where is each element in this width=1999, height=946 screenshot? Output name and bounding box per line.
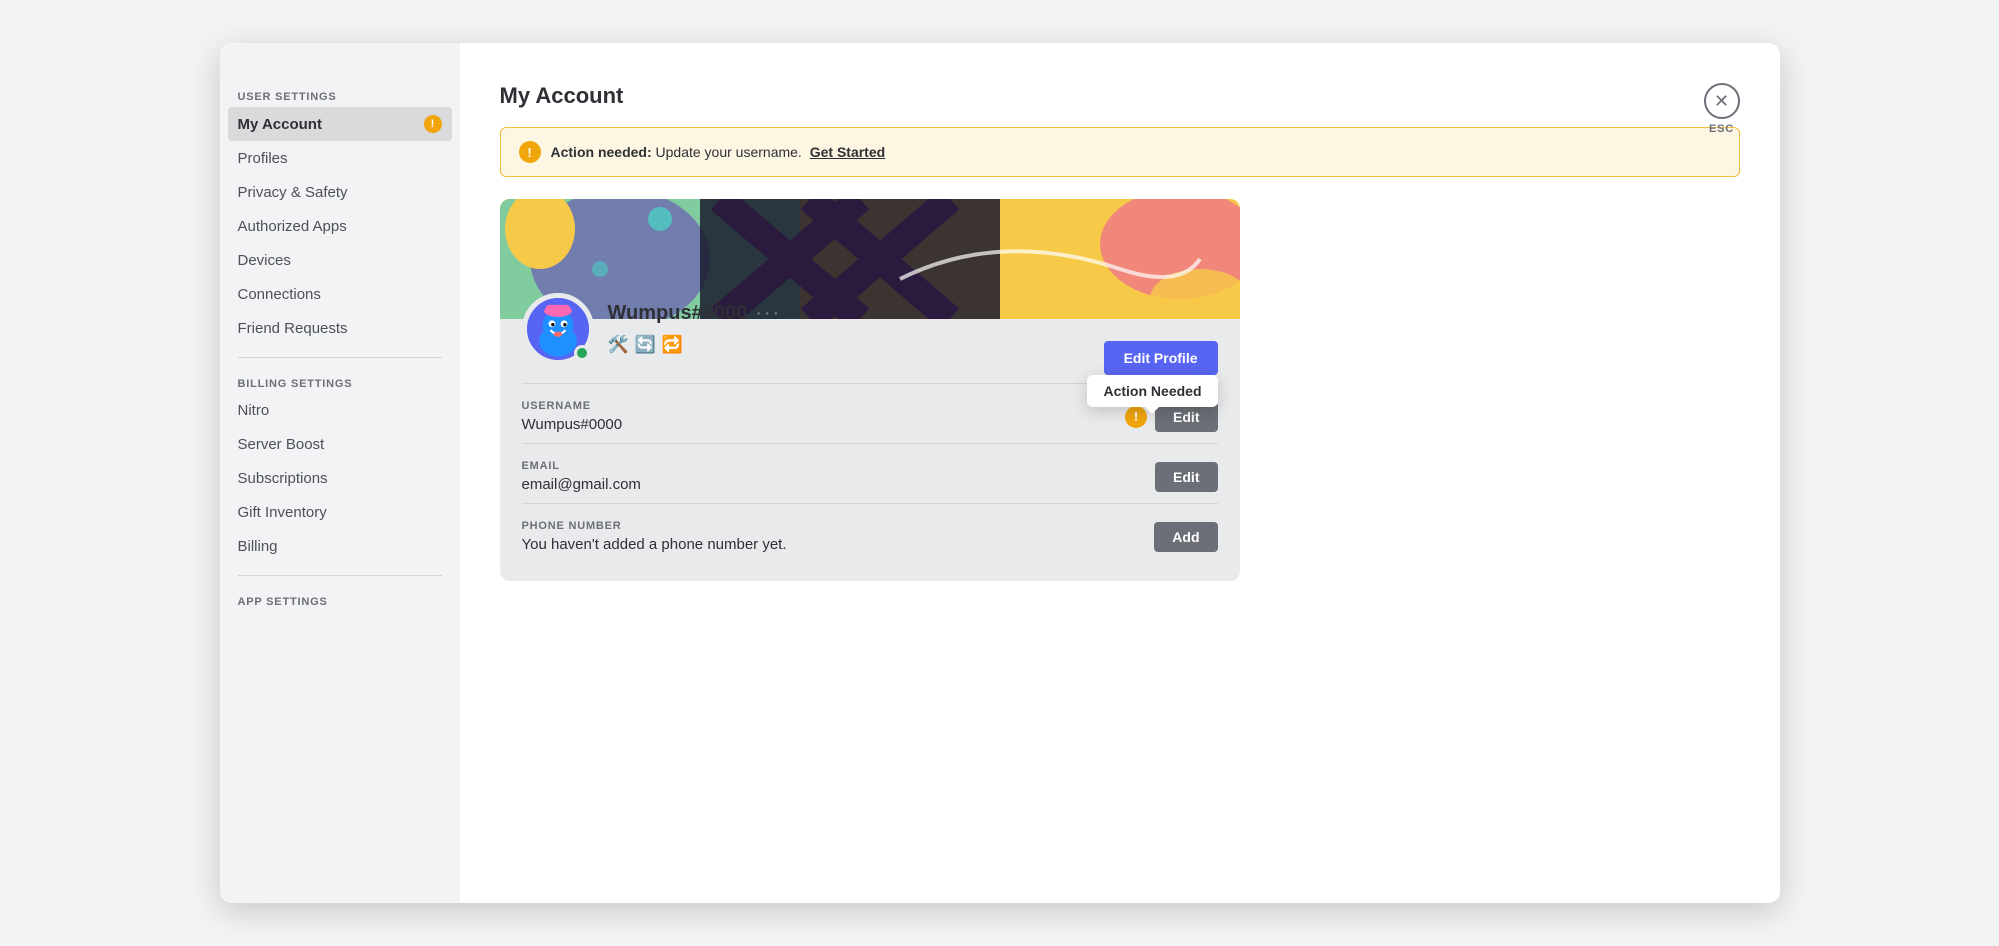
phone-field-row: PHONE NUMBER You haven't added a phone n… (522, 503, 1218, 563)
page-title: My Account (500, 83, 1740, 109)
sidebar-item-authorized-apps[interactable]: Authorized Apps (228, 210, 452, 243)
my-account-badge-icon: ! (424, 115, 442, 133)
sidebar-item-friend-requests[interactable]: Friend Requests (228, 312, 452, 345)
email-field-right: Edit (1155, 462, 1217, 492)
sidebar-item-devices[interactable]: Devices (228, 244, 452, 277)
user-settings-section-label: USER SETTINGS (228, 83, 452, 107)
close-button-wrap[interactable]: ✕ ESC (1704, 83, 1740, 135)
sidebar-divider-2 (238, 575, 442, 576)
get-started-link[interactable]: Get Started (810, 144, 885, 160)
sidebar-item-subscriptions[interactable]: Subscriptions (228, 462, 452, 495)
phone-add-button[interactable]: Add (1154, 522, 1217, 552)
sidebar-item-label: Nitro (238, 402, 270, 419)
sidebar-item-nitro[interactable]: Nitro (228, 394, 452, 427)
avatar-wrap (522, 293, 594, 365)
tools-badge-icon: 🛠️ (608, 335, 629, 355)
sidebar-item-label: Gift Inventory (238, 504, 327, 521)
phone-value: You haven't added a phone number yet. (522, 536, 787, 553)
main-content: My Account ! Action needed: Update your … (460, 43, 1780, 903)
username-label: USERNAME (522, 400, 623, 412)
sidebar-item-label: Connections (238, 286, 321, 303)
sidebar-item-label: My Account (238, 116, 322, 133)
profile-left: Wumpus#0000 ··· 🛠️ 🔄 🔁 (522, 293, 782, 365)
sidebar-item-gift-inventory[interactable]: Gift Inventory (228, 496, 452, 529)
avatar-status (574, 345, 590, 361)
profile-username: Wumpus#0000 (608, 302, 748, 325)
sidebar-item-server-boost[interactable]: Server Boost (228, 428, 452, 461)
email-field-row: EMAIL email@gmail.com Edit (522, 443, 1218, 503)
banner-bold-text: Action needed: (551, 144, 652, 160)
email-value: email@gmail.com (522, 476, 641, 493)
sidebar-item-privacy-safety[interactable]: Privacy & Safety (228, 176, 452, 209)
sidebar-item-my-account[interactable]: My Account ! (228, 107, 452, 141)
profile-name-area: Wumpus#0000 ··· 🛠️ 🔄 🔁 (608, 302, 782, 365)
email-field-left: EMAIL email@gmail.com (522, 460, 641, 493)
phone-label: PHONE NUMBER (522, 520, 787, 532)
sidebar-item-label: Privacy & Safety (238, 184, 348, 201)
action-needed-banner: ! Action needed: Update your username. G… (500, 127, 1740, 177)
sidebar-item-label: Subscriptions (238, 470, 328, 487)
sidebar-item-label: Devices (238, 252, 291, 269)
profile-card: Wumpus#0000 ··· 🛠️ 🔄 🔁 Edit Profile Acti… (500, 199, 1240, 581)
banner-text: Action needed: Update your username. Get… (551, 144, 886, 160)
boost-badge-icon: 🔄 (635, 335, 656, 355)
banner-plain-text: Update your username. (652, 144, 802, 160)
billing-settings-section-label: BILLING SETTINGS (228, 370, 452, 394)
sidebar-item-billing[interactable]: Billing (228, 530, 452, 563)
sidebar: USER SETTINGS My Account ! Profiles Priv… (220, 43, 460, 903)
action-needed-tooltip: Action Needed (1087, 375, 1217, 407)
banner-warning-icon: ! (519, 141, 541, 163)
phone-field-left: PHONE NUMBER You haven't added a phone n… (522, 520, 787, 553)
username-field-left: USERNAME Wumpus#0000 (522, 400, 623, 433)
email-label: EMAIL (522, 460, 641, 472)
sidebar-item-label: Billing (238, 538, 278, 555)
profile-fields: USERNAME Wumpus#0000 ! Edit EMAIL email@… (500, 383, 1240, 581)
sidebar-item-label: Authorized Apps (238, 218, 347, 235)
sidebar-item-label: Server Boost (238, 436, 325, 453)
email-edit-button[interactable]: Edit (1155, 462, 1217, 492)
sidebar-item-profiles[interactable]: Profiles (228, 142, 452, 175)
sidebar-item-connections[interactable]: Connections (228, 278, 452, 311)
edit-profile-button[interactable]: Edit Profile (1104, 341, 1218, 375)
sidebar-divider-1 (238, 357, 442, 358)
phone-field-right: Add (1154, 522, 1217, 552)
profile-name-row: Wumpus#0000 ··· (608, 302, 782, 335)
app-settings-section-label: APP SETTINGS (228, 588, 452, 612)
sidebar-item-label: Profiles (238, 150, 288, 167)
close-button-circle[interactable]: ✕ (1704, 83, 1740, 119)
profile-info-row: Wumpus#0000 ··· 🛠️ 🔄 🔁 Edit Profile Acti… (500, 319, 1240, 383)
profile-more-options[interactable]: ··· (755, 302, 781, 325)
settings-modal: USER SETTINGS My Account ! Profiles Priv… (220, 43, 1780, 903)
close-button-label: ESC (1709, 123, 1734, 135)
username-warning-icon: ! (1125, 406, 1147, 428)
refresh-badge-icon: 🔁 (662, 335, 683, 355)
sidebar-item-label: Friend Requests (238, 320, 348, 337)
profile-badges: 🛠️ 🔄 🔁 (608, 335, 782, 365)
username-value: Wumpus#0000 (522, 416, 623, 433)
